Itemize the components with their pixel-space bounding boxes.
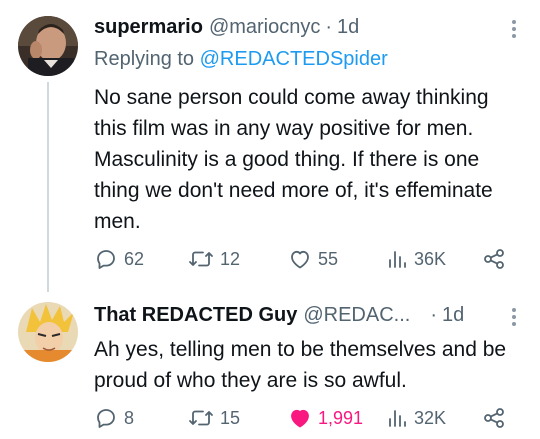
like-button[interactable]: 55 xyxy=(288,246,338,272)
retweet-icon xyxy=(189,251,213,267)
tweet-2[interactable]: That REDACTED Guy @REDAC... · 1d Ah yes,… xyxy=(0,292,540,439)
retweet-count: 15 xyxy=(220,407,241,428)
reply-count: 8 xyxy=(124,407,135,428)
user-handle[interactable]: @mariocnyc xyxy=(209,16,320,39)
tweet-header: That REDACTED Guy @REDAC... · 1d xyxy=(94,304,464,327)
views-icon xyxy=(389,410,406,427)
reply-icon xyxy=(97,409,115,428)
views-icon xyxy=(389,251,406,268)
retweet-count: 12 xyxy=(220,248,241,269)
reply-button[interactable]: 62 xyxy=(94,246,144,272)
avatar-image xyxy=(18,302,78,362)
display-name[interactable]: That REDACTED Guy xyxy=(94,304,297,327)
separator-dot: · xyxy=(325,16,333,38)
share-icon xyxy=(484,249,504,269)
action-bar: 62 12 55 36K xyxy=(94,246,514,272)
like-icon xyxy=(291,250,309,269)
tweet-1[interactable]: supermario @mariocnyc · 1d Replying to @… xyxy=(0,0,540,292)
avatar-image xyxy=(18,16,78,76)
like-count: 1,991 xyxy=(318,407,364,428)
reply-icon xyxy=(97,250,115,269)
tweet-text: No sane person could come away thinking … xyxy=(94,86,493,233)
display-name[interactable]: supermario xyxy=(94,16,203,39)
replying-to: Replying to @REDACTEDSpider xyxy=(94,48,388,71)
views-button[interactable]: 32K xyxy=(386,405,446,431)
reply-button[interactable]: 8 xyxy=(94,405,134,431)
like-icon xyxy=(291,409,309,428)
retweet-button[interactable]: 12 xyxy=(188,246,240,272)
retweet-icon xyxy=(189,410,213,426)
replying-to-handle[interactable]: @REDACTEDSpider xyxy=(200,48,388,70)
share-button[interactable] xyxy=(482,405,506,431)
tweet-header: supermario @mariocnyc · 1d xyxy=(94,16,359,39)
like-button[interactable]: 1,991 xyxy=(288,405,363,431)
more-icon[interactable] xyxy=(510,18,518,40)
replying-to-label: Replying to xyxy=(94,48,195,70)
like-count: 55 xyxy=(318,248,339,269)
views-count: 32K xyxy=(414,407,447,428)
thread-line xyxy=(47,82,49,292)
views-button[interactable]: 36K xyxy=(386,246,446,272)
share-button[interactable] xyxy=(482,246,506,272)
avatar-that-redacted-guy[interactable] xyxy=(18,302,78,362)
separator-dot: · xyxy=(430,304,437,326)
action-bar: 8 15 1,991 32K xyxy=(94,405,514,431)
tweet-text: Ah yes, telling men to be themselves and… xyxy=(94,338,507,392)
retweet-button[interactable]: 15 xyxy=(188,405,240,431)
user-handle[interactable]: @REDAC... xyxy=(303,304,410,327)
timestamp[interactable]: 1d xyxy=(337,16,359,39)
views-count: 36K xyxy=(414,248,447,269)
avatar-supermario[interactable] xyxy=(18,16,78,76)
timestamp[interactable]: 1d xyxy=(442,304,464,327)
reply-count: 62 xyxy=(124,248,145,269)
share-icon xyxy=(484,408,504,428)
more-icon[interactable] xyxy=(510,306,518,328)
